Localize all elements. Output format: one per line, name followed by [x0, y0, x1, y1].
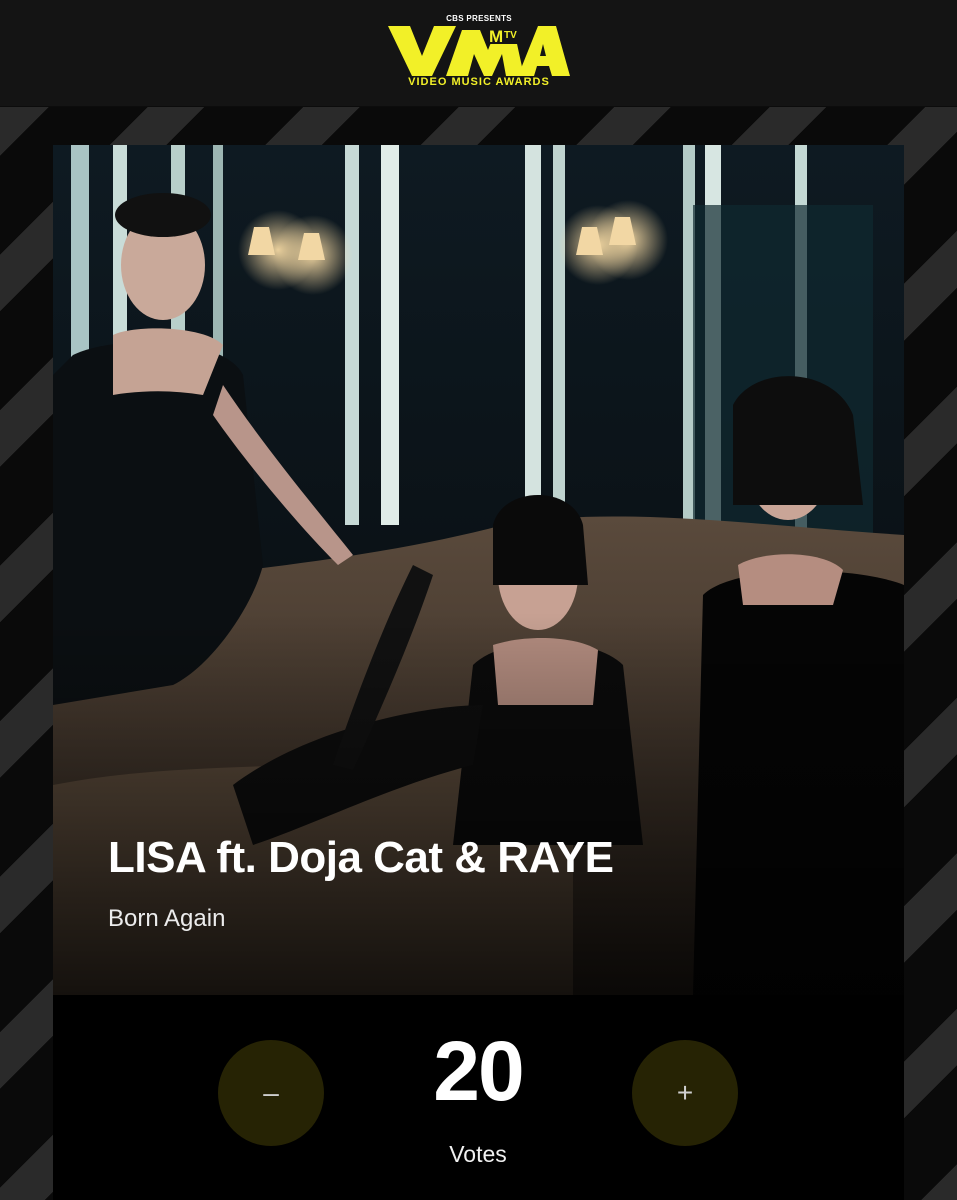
nominee-artist-name: LISA ft. Doja Cat & RAYE: [108, 833, 614, 882]
logo-subtitle-text: VIDEO MUSIC AWARDS: [408, 76, 550, 88]
vma-logo[interactable]: CBS PRESENTS M TV VIDEO MUSIC AWARDS: [386, 14, 572, 94]
vote-count: 20: [433, 1024, 524, 1118]
plus-icon: +: [676, 1077, 694, 1108]
nominee-song-title: Born Again: [108, 905, 226, 932]
vma-mtv-logo-icon: M TV: [388, 26, 570, 76]
vma-voting-page: CBS PRESENTS M TV VIDEO MUSIC AWARDS LIS…: [0, 0, 957, 1200]
svg-text:TV: TV: [504, 30, 517, 41]
nominee-card[interactable]: LISA ft. Doja Cat & RAYE Born Again: [53, 145, 904, 995]
minus-icon: –: [263, 1077, 279, 1108]
vote-panel: – 20 Votes +: [53, 995, 904, 1200]
svg-text:M: M: [489, 27, 503, 46]
site-header: CBS PRESENTS M TV VIDEO MUSIC AWARDS: [0, 0, 957, 107]
decrement-vote-button[interactable]: –: [218, 1040, 324, 1146]
increment-vote-button[interactable]: +: [632, 1040, 738, 1146]
logo-presenter-text: CBS PRESENTS: [446, 14, 512, 23]
vote-count-label: Votes: [449, 1141, 507, 1167]
